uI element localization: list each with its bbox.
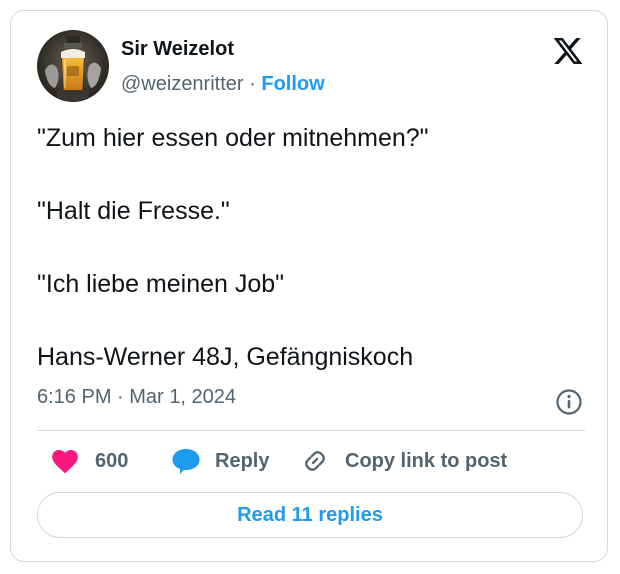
reply-button[interactable]: Reply bbox=[171, 446, 269, 476]
info-icon[interactable] bbox=[555, 388, 583, 416]
reply-label: Reply bbox=[215, 449, 270, 472]
divider bbox=[37, 430, 585, 431]
author-avatar[interactable] bbox=[37, 30, 109, 102]
tweet-line: "Zum hier essen oder mitnehmen?" bbox=[37, 124, 429, 152]
like-button[interactable]: 600 bbox=[51, 446, 128, 476]
tweet-line: Hans-Werner 48J, Gefängniskoch bbox=[37, 343, 414, 371]
x-logo-icon[interactable] bbox=[551, 35, 585, 67]
read-replies-label: Read 11 replies bbox=[237, 503, 383, 526]
handle-separator: · bbox=[249, 73, 256, 95]
copy-link-label: Copy link to post bbox=[345, 449, 508, 472]
copy-link-button[interactable]: Copy link to post bbox=[301, 446, 507, 476]
author-handle-line: @weizenritter · Follow bbox=[121, 72, 325, 96]
beer-glass-avatar-icon bbox=[37, 30, 109, 102]
tweet-card: Sir Weizelot @weizenritter · Follow "Zum… bbox=[10, 10, 608, 562]
tweet-timestamp[interactable]: 6:16 PM · Mar 1, 2024 bbox=[37, 385, 236, 409]
tweet-text: "Zum hier essen oder mitnehmen?" "Halt d… bbox=[37, 121, 597, 413]
read-replies-button[interactable]: Read 11 replies bbox=[37, 492, 583, 538]
like-count: 600 bbox=[95, 449, 129, 472]
author-handle[interactable]: @weizenritter bbox=[121, 73, 244, 95]
author-display-name[interactable]: Sir Weizelot bbox=[121, 37, 234, 61]
speech-bubble-icon bbox=[172, 449, 200, 474]
tweet-line: "Ich liebe meinen Job" bbox=[37, 270, 285, 298]
follow-link[interactable]: Follow bbox=[261, 73, 324, 95]
heart-icon bbox=[52, 450, 78, 474]
tweet-line: "Halt die Fresse." bbox=[37, 197, 230, 225]
action-bar: 600 Reply Copy link to post bbox=[37, 446, 585, 476]
link-icon bbox=[305, 451, 325, 471]
